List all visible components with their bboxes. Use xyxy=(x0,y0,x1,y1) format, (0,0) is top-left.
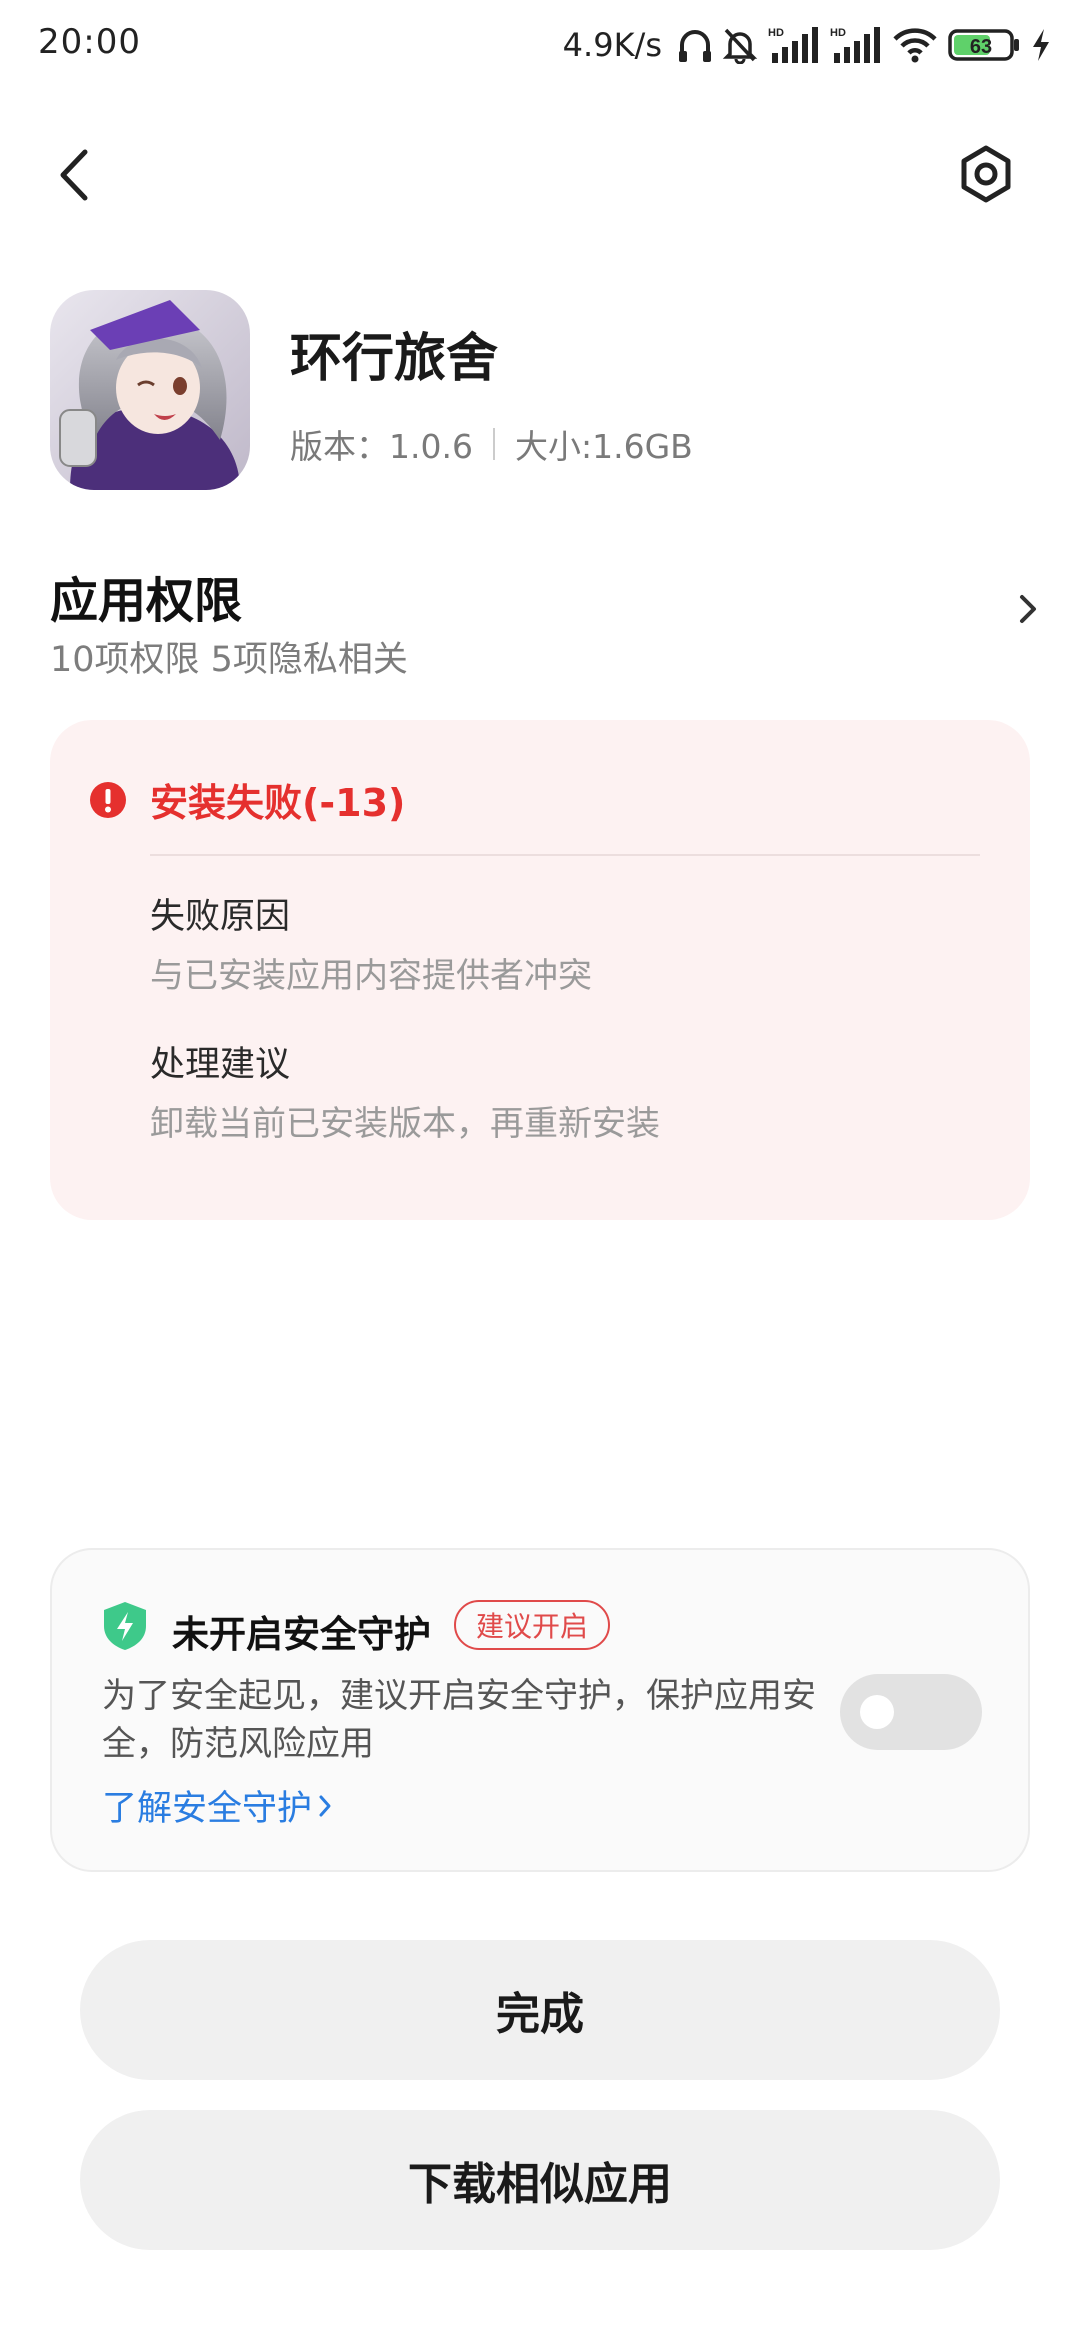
gear-icon xyxy=(961,145,1011,203)
settings-button[interactable] xyxy=(950,138,1022,210)
chevron-right-icon xyxy=(1020,595,1036,623)
charging-bolt-icon xyxy=(1033,29,1049,61)
app-version: 版本：1.0.6 xyxy=(290,427,473,466)
failure-reason-label: 失败原因 xyxy=(150,897,291,937)
error-title: 安装失败(-13) xyxy=(150,781,406,825)
mute-bell-icon xyxy=(722,28,758,64)
chevron-right-icon xyxy=(319,1795,331,1816)
security-toggle[interactable] xyxy=(840,1674,982,1750)
permissions-title: 应用权限 xyxy=(50,573,243,629)
failure-reason-value: 与已安装应用内容提供者冲突 xyxy=(150,956,592,996)
svg-text:HD: HD xyxy=(768,27,784,39)
back-arrow-icon xyxy=(60,149,88,201)
app-icon xyxy=(50,290,250,490)
divider xyxy=(150,854,980,856)
install-error-card: 安装失败(-13) 失败原因 与已安装应用内容提供者冲突 处理建议 卸载当前已安… xyxy=(50,720,1030,1220)
battery-level: 63 xyxy=(970,36,992,58)
svg-text:HD: HD xyxy=(830,27,846,39)
security-title: 未开启安全守护 xyxy=(172,1613,431,1656)
meta-divider xyxy=(492,428,495,460)
app-name: 环行旅舍 xyxy=(290,329,499,389)
battery-icon: 63 xyxy=(948,29,1019,61)
app-meta: 版本：1.0.6 大小:1.6GB xyxy=(290,420,693,468)
permissions-row[interactable]: 应用权限 10项权限 5项隐私相关 xyxy=(50,555,1040,685)
app-size: 大小:1.6GB xyxy=(514,427,693,466)
done-button[interactable]: 完成 xyxy=(80,1940,1000,2080)
status-icons: 4.9K/s HD HD 63 xyxy=(563,20,1052,70)
security-description: 为了安全起见，建议开启安全守护，保护应用安全，防范风险应用 xyxy=(102,1676,816,1764)
error-alert-icon xyxy=(90,782,126,818)
advice-label: 处理建议 xyxy=(150,1045,291,1085)
back-button[interactable] xyxy=(44,140,104,210)
shield-icon xyxy=(104,1602,146,1650)
security-guard-card: 未开启安全守护 建议开启 为了安全起见，建议开启安全守护，保护应用安全，防范风险… xyxy=(50,1548,1030,1872)
learn-security-link[interactable]: 了解安全守护 xyxy=(102,1780,332,1831)
permissions-subtitle: 10项权限 5项隐私相关 xyxy=(50,640,408,680)
advice-value: 卸载当前已安装版本，再重新安装 xyxy=(150,1104,660,1144)
headphones-icon xyxy=(679,30,711,62)
signal-hd-icon-2: HD xyxy=(830,27,880,63)
status-time: 20:00 xyxy=(38,22,141,62)
learn-security-link-label: 了解安全守护 xyxy=(102,1789,313,1829)
toggle-knob xyxy=(860,1695,894,1729)
recommend-badge: 建议开启 xyxy=(454,1600,611,1650)
wifi-icon xyxy=(893,28,937,63)
net-speed: 4.9K/s xyxy=(562,26,662,64)
download-similar-button[interactable]: 下载相似应用 xyxy=(80,2110,1000,2250)
signal-hd-icon: HD xyxy=(768,27,818,63)
